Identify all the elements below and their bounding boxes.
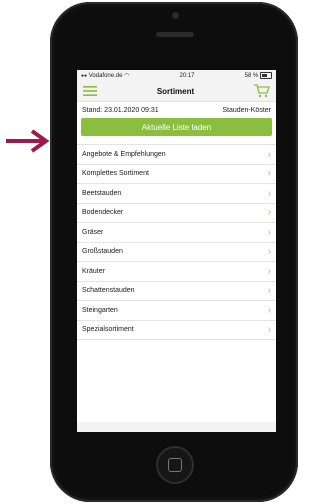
camera-icon: [172, 12, 179, 19]
list-item-label: Steingarten: [82, 306, 118, 314]
list-item-schattenstauden[interactable]: Schattenstauden ›: [77, 282, 276, 301]
arrow-right-icon: [6, 129, 50, 153]
load-list-button[interactable]: Aktuelle Liste laden: [81, 118, 272, 136]
chevron-right-icon: ›: [267, 148, 271, 160]
chevron-right-icon: ›: [267, 304, 271, 316]
status-time: 20:17: [179, 72, 195, 79]
phone-frame: ●● Vodafone.de ◠ 20:17 58 % Sortiment St…: [50, 2, 298, 502]
chevron-right-icon: ›: [267, 285, 271, 297]
company-name: Stauden-Köster: [222, 107, 271, 114]
list-item-label: Schattenstauden: [82, 287, 135, 295]
chevron-right-icon: ›: [267, 265, 271, 277]
chevron-right-icon: ›: [267, 207, 271, 219]
list-item-label: Bodendecker: [82, 209, 124, 217]
list-item-grossstauden[interactable]: Großstauden ›: [77, 243, 276, 262]
battery-icon: [260, 71, 272, 79]
status-bar: ●● Vodafone.de ◠ 20:17 58 %: [77, 70, 276, 81]
list-item-komplettes-sortiment[interactable]: Komplettes Sortiment ›: [77, 165, 276, 184]
app-screen: ●● Vodafone.de ◠ 20:17 58 % Sortiment St…: [77, 70, 276, 432]
list-item-label: Gräser: [82, 228, 104, 236]
list-item-kraeuter[interactable]: Kräuter ›: [77, 262, 276, 282]
list-item-graeser[interactable]: Gräser ›: [77, 223, 276, 243]
carrier-label: Vodafone.de: [88, 73, 123, 79]
signal-icon: ●●: [81, 73, 88, 79]
list-item-label: Angebote & Empfehlungen: [82, 150, 166, 158]
chevron-right-icon: ›: [267, 187, 271, 199]
page-title: Sortiment: [156, 86, 195, 96]
info-row: Stand: 23.01.2020 09:31 Stauden-Köster: [77, 102, 276, 116]
list-item-label: Beetstauden: [82, 189, 122, 197]
list-item-beetstauden[interactable]: Beetstauden ›: [77, 184, 276, 204]
chevron-right-icon: ›: [267, 226, 271, 238]
list-item-spezialsortiment[interactable]: Spezialsortiment ›: [77, 321, 276, 340]
cart-icon[interactable]: [254, 84, 270, 98]
stand-date: Stand: 23.01.2020 09:31: [82, 107, 159, 114]
list-item-label: Kräuter: [82, 267, 105, 275]
list-item-steingarten[interactable]: Steingarten ›: [77, 301, 276, 321]
hamburger-menu-icon[interactable]: [83, 86, 97, 96]
list-item-angebote[interactable]: Angebote & Empfehlungen ›: [77, 145, 276, 165]
home-square-icon: [168, 458, 182, 472]
list-item-label: Spezialsortiment: [82, 326, 134, 334]
nav-bar: Sortiment: [77, 81, 276, 102]
category-list: Angebote & Empfehlungen › Komplettes Sor…: [77, 144, 276, 340]
list-item-label: Großstauden: [82, 248, 123, 256]
battery-percent: 58 %: [244, 73, 259, 80]
home-button[interactable]: [156, 446, 194, 484]
chevron-right-icon: ›: [267, 324, 271, 336]
list-item-label: Komplettes Sortiment: [82, 170, 149, 178]
speaker-grille: [156, 32, 194, 37]
list-item-bodendecker[interactable]: Bodendecker ›: [77, 204, 276, 223]
bottom-bar: [77, 422, 276, 432]
chevron-right-icon: ›: [267, 246, 271, 258]
wifi-icon: ◠: [124, 73, 130, 79]
chevron-right-icon: ›: [267, 168, 271, 180]
